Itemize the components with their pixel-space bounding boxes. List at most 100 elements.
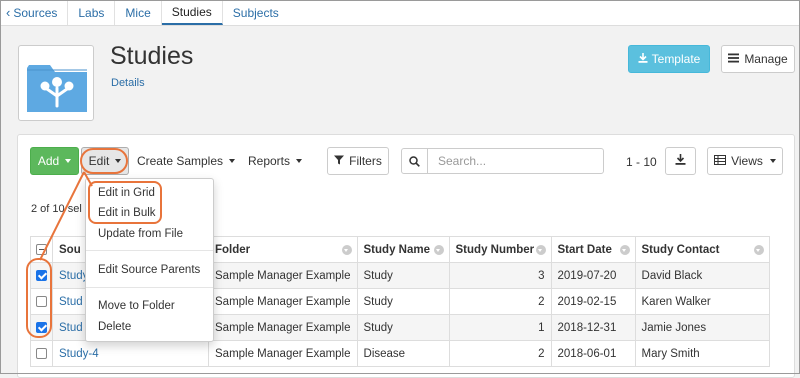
- start-date-cell: 2018-12-31: [550, 314, 636, 341]
- tab-studies[interactable]: Studies: [161, 0, 223, 25]
- reports-button[interactable]: Reports: [244, 147, 306, 175]
- menu-item-edit-in-grid[interactable]: Edit in Grid: [86, 183, 213, 203]
- template-label: Template: [651, 52, 701, 66]
- folder-cell: Sample Manager Example: [208, 262, 358, 289]
- study-name-cell: Disease: [356, 340, 450, 367]
- caret-down-icon: [65, 159, 72, 163]
- study-number-cell: 1: [448, 314, 552, 341]
- tab-subjects[interactable]: Subjects: [223, 0, 289, 25]
- start-date-cell: 2019-02-15: [550, 288, 636, 315]
- tab-label: Mice: [125, 5, 151, 20]
- menu-icon: [728, 52, 740, 66]
- edit-button[interactable]: Edit: [81, 147, 129, 175]
- menu-divider: [86, 287, 213, 288]
- start-date-cell: 2018-06-01: [550, 340, 636, 367]
- menu-item-edit-in-bulk[interactable]: Edit in Bulk: [86, 203, 213, 223]
- search-box: [401, 148, 604, 174]
- column-header[interactable]: Folder: [208, 236, 358, 263]
- filter-icon: [334, 154, 345, 168]
- tab-label: Labs: [78, 5, 105, 20]
- download-icon: [638, 52, 648, 66]
- column-header-label: Study Number: [455, 243, 535, 256]
- edit-menu: Edit in Grid Edit in Bulk Update from Fi…: [85, 178, 214, 342]
- download-icon: [675, 154, 686, 168]
- menu-item-move-to-folder[interactable]: Move to Folder: [86, 296, 213, 316]
- select-all-checkbox[interactable]: [36, 243, 47, 255]
- paging-info: 1 - 10: [626, 155, 657, 169]
- top-nav: ‹ Sources Labs Mice Studies Subjects: [0, 0, 800, 26]
- folder-cell: Sample Manager Example: [208, 340, 358, 367]
- study-name-cell: Study: [356, 262, 450, 289]
- chevron-left-icon: ‹: [6, 5, 11, 20]
- column-menu-icon[interactable]: [535, 245, 546, 255]
- folder-cell: Sample Manager Example: [208, 288, 358, 315]
- row-checkbox[interactable]: [36, 321, 47, 333]
- views-label: Views: [731, 154, 763, 168]
- row-name-link[interactable]: Stud: [59, 296, 83, 308]
- back-sources-link[interactable]: ‹ Sources: [0, 0, 69, 25]
- row-name-link[interactable]: Study-4: [59, 348, 99, 360]
- row-checkbox[interactable]: [36, 347, 47, 359]
- reports-label: Reports: [247, 154, 291, 168]
- export-button[interactable]: [665, 147, 696, 175]
- menu-item-delete[interactable]: Delete: [86, 317, 213, 337]
- column-header-label: Study Contact: [641, 243, 720, 256]
- study-number-cell: 3: [448, 262, 552, 289]
- row-checkbox[interactable]: [36, 269, 47, 281]
- tab-labs[interactable]: Labs: [68, 0, 116, 25]
- filters-label: Filters: [349, 154, 382, 168]
- manage-button[interactable]: Manage: [721, 45, 795, 73]
- column-menu-icon[interactable]: [341, 245, 352, 255]
- study-name-cell: Study: [356, 288, 450, 315]
- column-header-label: Sou: [59, 243, 81, 256]
- create-samples-button[interactable]: Create Samples: [134, 147, 238, 175]
- row-select-cell: [30, 314, 53, 341]
- name-cell: Study-4: [52, 340, 209, 367]
- caret-down-icon: [296, 159, 303, 163]
- views-button[interactable]: Views: [707, 147, 783, 175]
- template-button[interactable]: Template: [628, 45, 710, 73]
- page-title: Studies: [110, 42, 194, 70]
- add-label: Add: [37, 154, 60, 168]
- row-select-cell: [30, 340, 53, 367]
- row-select-cell: [30, 262, 53, 289]
- row-select-cell: [30, 288, 53, 315]
- filters-button[interactable]: Filters: [327, 147, 389, 175]
- tab-label: Subjects: [232, 5, 279, 20]
- caret-down-icon: [769, 159, 776, 163]
- folder-tree-icon: [18, 45, 94, 121]
- details-link[interactable]: Details: [111, 77, 145, 89]
- manage-label: Manage: [744, 52, 788, 66]
- column-header[interactable]: Study Number: [448, 236, 552, 263]
- column-menu-icon[interactable]: [433, 245, 444, 255]
- column-menu-icon[interactable]: [753, 245, 764, 255]
- table-row: Study-4 Sample Manager Example Disease 2…: [30, 340, 770, 367]
- study-number-cell: 2: [448, 288, 552, 315]
- start-date-cell: 2019-07-20: [550, 262, 636, 289]
- column-menu-icon[interactable]: [619, 245, 630, 255]
- folder-cell: Sample Manager Example: [208, 314, 358, 341]
- contact-cell: Jamie Jones: [634, 314, 770, 341]
- row-checkbox[interactable]: [36, 295, 47, 307]
- column-header[interactable]: Study Contact: [634, 236, 770, 263]
- column-header-label: Folder: [215, 243, 251, 256]
- edit-label: Edit: [88, 154, 110, 168]
- tab-label: Studies: [171, 4, 212, 19]
- tab-mice[interactable]: Mice: [115, 0, 162, 25]
- search-icon: [402, 149, 428, 173]
- study-number-cell: 2: [448, 340, 552, 367]
- column-header[interactable]: Study Name: [356, 236, 450, 263]
- column-header-label: Start Date: [557, 243, 612, 256]
- row-name-link[interactable]: Study: [59, 270, 88, 282]
- select-all-header[interactable]: [30, 236, 53, 263]
- back-label: Sources: [13, 5, 58, 20]
- contact-cell: Karen Walker: [634, 288, 770, 315]
- menu-item-edit-source-parents[interactable]: Edit Source Parents: [86, 260, 213, 280]
- row-name-link[interactable]: Stud: [59, 322, 83, 334]
- column-header-label: Study Name: [363, 243, 430, 256]
- column-header[interactable]: Start Date: [550, 236, 636, 263]
- add-button[interactable]: Add: [30, 147, 79, 175]
- search-input[interactable]: [428, 149, 603, 173]
- contact-cell: David Black: [634, 262, 770, 289]
- menu-item-update-from-file[interactable]: Update from File: [86, 224, 213, 244]
